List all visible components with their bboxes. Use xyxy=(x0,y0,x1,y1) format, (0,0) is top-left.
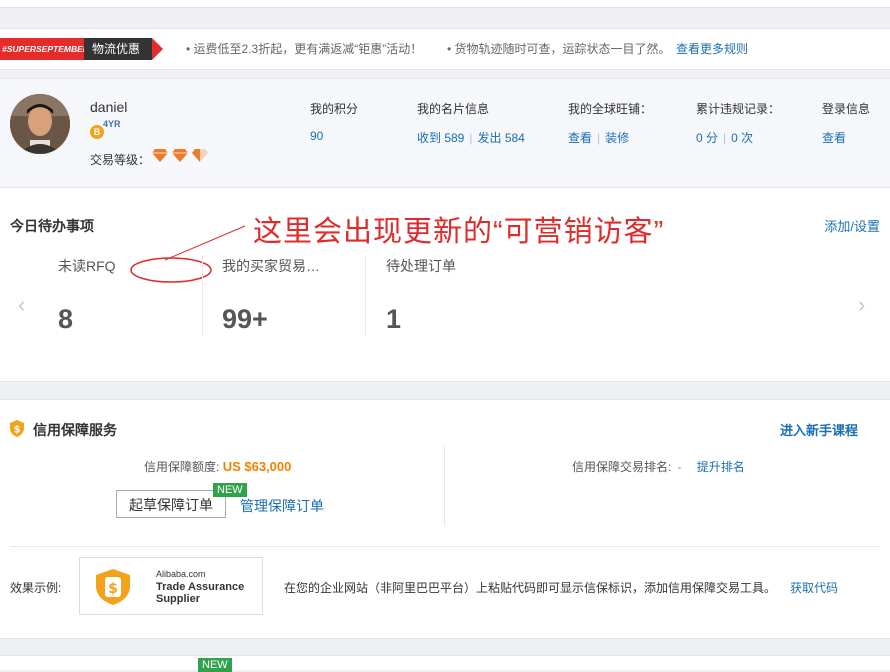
more-rules-link[interactable]: 查看更多规则 xyxy=(676,40,748,57)
points-value[interactable]: 90 xyxy=(310,129,323,143)
points-label: 我的积分 xyxy=(310,102,359,116)
super-september-tag: #SUPERSEPTEMBER xyxy=(0,38,86,60)
trade-assurance-logo: $ Alibaba.com Trade Assurance Supplier xyxy=(79,557,263,615)
get-code-link[interactable]: 获取代码 xyxy=(790,579,838,596)
credit-separator xyxy=(10,546,880,547)
credit-limit: 信用保障额度: US $63,000 xyxy=(144,458,291,475)
todo-divider xyxy=(365,256,366,336)
logistics-banner: #SUPERSEPTEMBER 物流优惠 • 运费低至2.3折起，更有满返减“钜… xyxy=(0,28,890,70)
credit-divider xyxy=(444,446,445,526)
diamond-icon xyxy=(152,149,168,162)
banner-text-freight: • 运费低至2.3折起，更有满返减“钜惠”活动！ xyxy=(186,42,423,56)
business-card-stat: 我的名片信息 收到 589 | 发出 584 xyxy=(417,102,525,145)
store-view-link[interactable]: 查看 xyxy=(568,131,592,145)
violation-times-link[interactable]: 0 次 xyxy=(731,131,753,145)
new-badge: NEW xyxy=(213,483,247,497)
svg-text:$: $ xyxy=(14,425,21,436)
credit-rank-label: 信用保障交易排名: xyxy=(572,460,672,474)
todo-label-buyer-trade[interactable]: 我的买家贸易… xyxy=(222,256,320,276)
banner-text-tracking: • 货物轨迹随时可查，运踪状态一目了然。 xyxy=(447,42,671,56)
login-info-view-link[interactable]: 查看 xyxy=(822,131,846,145)
points-stat: 我的积分 90 xyxy=(310,100,358,143)
embed-description: 在您的企业网站（非阿里巴巴平台）上粘贴代码即可显示信保标识，添加信用保障交易工具… xyxy=(284,581,777,595)
global-store-stat: 我的全球旺铺： 查看 | 装修 xyxy=(568,102,653,145)
membership-years: 4YR xyxy=(103,119,121,129)
business-card-label: 我的名片信息 xyxy=(417,102,490,116)
logistics-offer-tag: 物流优惠 xyxy=(84,38,152,60)
credit-rank: 信用保障交易排名: - 提升排名 xyxy=(572,458,745,475)
logo-supplier-text: Supplier xyxy=(156,593,201,605)
todo-count-pending-orders[interactable]: 1 xyxy=(386,304,401,335)
logo-trade-assurance-text: Trade Assurance xyxy=(156,581,245,593)
draft-order-button[interactable]: 起草保障订单 xyxy=(116,490,226,518)
credit-title: 信用保障服务 xyxy=(33,422,117,438)
beginner-course-link[interactable]: 进入新手课程 xyxy=(780,420,858,439)
todo-label-rfq[interactable]: 未读RFQ xyxy=(58,256,116,276)
username[interactable]: daniel xyxy=(90,99,127,115)
half-diamond-icon xyxy=(192,149,208,162)
todo-count-rfq[interactable]: 8 xyxy=(58,304,73,335)
profile-panel: daniel B 4YR 交易等级： 我的积分 90 我的名片信息 收到 589… xyxy=(0,78,890,188)
violations-stat: 累计违规记录： 0 分 | 0 次 xyxy=(696,102,781,145)
trade-assurance-panel: $ 信用保障服务 进入新手课程 信用保障额度: US $63,000 信用保障交… xyxy=(0,399,890,639)
effect-example-label: 效果示例: xyxy=(10,581,62,595)
top-strip xyxy=(0,0,890,8)
credit-limit-value: US $63,000 xyxy=(222,459,292,474)
diamond-icon xyxy=(172,149,188,162)
todo-panel: 今日待办事项 添加/设置 这里会出现更新的“可营销访客” ‹ › 未读RFQ 8… xyxy=(0,188,890,382)
next-arrow-icon[interactable]: › xyxy=(858,292,865,318)
cards-sent-link[interactable]: 发出 584 xyxy=(477,131,524,145)
tag-arrow-icon xyxy=(152,38,163,60)
prev-arrow-icon[interactable]: ‹ xyxy=(18,292,25,318)
improve-rank-link[interactable]: 提升排名 xyxy=(697,460,745,474)
avatar[interactable] xyxy=(10,94,70,154)
logo-alibaba-text: Alibaba.com xyxy=(156,569,206,579)
gold-supplier-icon: B xyxy=(90,125,104,139)
annotation-marker xyxy=(130,225,246,283)
logo-glyph: $ xyxy=(108,581,118,597)
trade-assurance-shield-icon: $ xyxy=(96,569,130,605)
credit-limit-label: 信用保障额度: xyxy=(144,460,220,474)
shield-icon: $ xyxy=(10,420,24,437)
credit-rank-value: - xyxy=(677,460,682,474)
new-badge: NEW xyxy=(198,658,232,672)
cards-received-link[interactable]: 收到 589 xyxy=(417,131,464,145)
next-section: NEW xyxy=(0,655,890,672)
login-info-stat: 登录信息 查看 xyxy=(822,100,870,146)
global-store-label: 我的全球旺铺： xyxy=(568,102,653,116)
todo-count-buyer-trade[interactable]: 99+ xyxy=(222,304,268,335)
trade-level-label: 交易等级： xyxy=(90,153,151,167)
violations-label: 累计违规记录： xyxy=(696,102,781,116)
todo-label-pending-orders[interactable]: 待处理订单 xyxy=(386,256,456,276)
manage-orders-link[interactable]: 管理保障订单 xyxy=(240,496,324,516)
todo-divider xyxy=(202,256,203,336)
store-decorate-link[interactable]: 装修 xyxy=(605,131,629,145)
login-info-label: 登录信息 xyxy=(822,102,871,116)
violation-points-link[interactable]: 0 分 xyxy=(696,131,718,145)
